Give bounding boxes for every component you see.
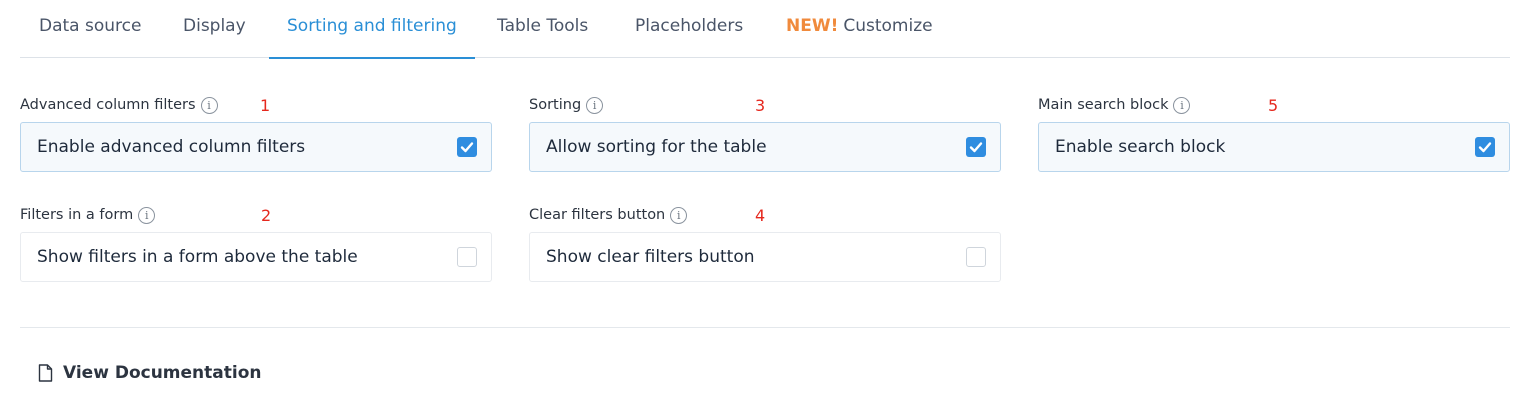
tab-data-source[interactable]: Data source (39, 0, 141, 58)
info-icon[interactable]: i (138, 206, 156, 224)
option-label: Show filters in a form above the table (37, 247, 358, 267)
advanced-column-filters-toggle[interactable]: Enable advanced column filters (20, 122, 492, 172)
tab-placeholders[interactable]: Placeholders (635, 0, 743, 58)
tab-label: Data source (39, 16, 142, 36)
file-icon (38, 364, 53, 382)
tab-sorting-and-filtering[interactable]: Sorting and filtering (269, 0, 475, 59)
tab-display[interactable]: Display (183, 0, 246, 58)
field-label-text: Advanced column filters (20, 97, 196, 113)
tab-bar: Data source Display Sorting and filterin… (20, 0, 1510, 59)
settings-page: Data source Display Sorting and filterin… (0, 0, 1536, 412)
section-divider (20, 327, 1510, 328)
option-label: Show clear filters button (546, 247, 755, 267)
field-label-text: Clear filters button (529, 207, 666, 223)
checkmark-icon (460, 142, 474, 153)
info-icon[interactable]: i (670, 206, 688, 224)
tab-customize[interactable]: NEW! Customize (786, 0, 933, 58)
main-search-block-toggle[interactable]: Enable search block (1038, 122, 1510, 172)
tab-label: Table Tools (497, 16, 589, 36)
field-label: Sorting i (529, 95, 604, 115)
view-documentation-link[interactable]: View Documentation (38, 360, 262, 386)
view-documentation-label: View Documentation (63, 363, 262, 383)
info-icon[interactable]: i (586, 96, 604, 114)
annotation-number: 1 (260, 96, 271, 115)
checkbox[interactable] (1475, 137, 1495, 157)
option-label: Enable search block (1055, 137, 1226, 157)
annotation-number: 4 (755, 206, 766, 225)
annotation-number: 2 (261, 206, 272, 225)
checkbox[interactable] (457, 137, 477, 157)
tab-label: Display (183, 16, 246, 36)
annotation-number: 3 (755, 96, 766, 115)
field-label: Filters in a form i (20, 205, 156, 225)
info-icon[interactable]: i (1173, 96, 1191, 114)
sorting-toggle[interactable]: Allow sorting for the table (529, 122, 1001, 172)
tab-label: Customize (843, 16, 933, 36)
field-label: Main search block i (1038, 95, 1191, 115)
field-label-text: Filters in a form (20, 207, 134, 223)
checkmark-icon (969, 142, 983, 153)
tab-label: Placeholders (635, 16, 744, 36)
checkbox[interactable] (966, 247, 986, 267)
annotation-number: 5 (1268, 96, 1279, 115)
tab-table-tools[interactable]: Table Tools (497, 0, 588, 58)
tab-label: Sorting and filtering (287, 16, 457, 36)
checkmark-icon (1478, 142, 1492, 153)
filters-in-a-form-toggle[interactable]: Show filters in a form above the table (20, 232, 492, 282)
field-label-text: Sorting (529, 97, 582, 113)
clear-filters-button-toggle[interactable]: Show clear filters button (529, 232, 1001, 282)
field-label: Advanced column filters i (20, 95, 218, 115)
field-label: Clear filters button i (529, 205, 688, 225)
field-label-text: Main search block (1038, 97, 1169, 113)
option-label: Enable advanced column filters (37, 137, 306, 157)
checkbox[interactable] (457, 247, 477, 267)
info-icon[interactable]: i (200, 96, 218, 114)
option-label: Allow sorting for the table (546, 137, 767, 157)
checkbox[interactable] (966, 137, 986, 157)
new-badge: NEW! (786, 16, 839, 36)
